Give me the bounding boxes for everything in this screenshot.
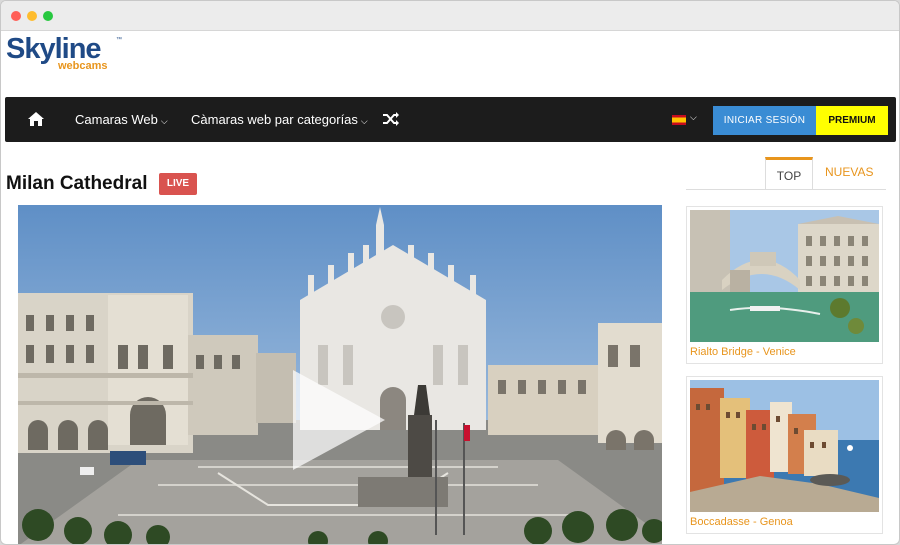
maximize-window-button[interactable] — [43, 11, 53, 21]
boccadasse-thumbnail[interactable] — [690, 380, 879, 512]
nav-categories-label: Càmaras web par categorías — [191, 112, 358, 127]
shuffle-icon[interactable] — [382, 110, 400, 128]
chevron-down-icon: ⌵ — [160, 116, 168, 126]
chevron-down-icon: ⌵ — [360, 116, 368, 126]
browser-window: Skyline ™ webcams Camaras Web ⌵ Càmaras w… — [0, 0, 900, 545]
tabs-divider — [686, 189, 886, 190]
window-titlebar — [1, 1, 899, 31]
site-logo[interactable]: Skyline ™ webcams — [6, 33, 126, 75]
play-icon[interactable] — [291, 368, 387, 472]
main-navbar: Camaras Web ⌵ Càmaras web par categorías ⌵… — [5, 97, 896, 142]
sidebar-card-rialto[interactable]: Rialto Bridge - Venice — [686, 206, 883, 364]
language-chevron-down-icon[interactable]: ⌵ — [690, 112, 697, 123]
nav-categories-menu[interactable]: Càmaras web par categorías ⌵ — [191, 112, 368, 127]
tab-top[interactable]: TOP — [765, 157, 813, 190]
live-badge: LIVE — [159, 173, 197, 195]
login-button[interactable]: INICIAR SESIÓN — [713, 106, 816, 135]
sidebar-card-boccadasse[interactable]: Boccadasse - Genoa — [686, 376, 883, 534]
nav-webcams-label: Camaras Web — [75, 112, 158, 127]
spain-flag-icon[interactable] — [672, 115, 686, 125]
page-title: Milan Cathedral — [6, 173, 148, 194]
minimize-window-button[interactable] — [27, 11, 37, 21]
nav-webcams-menu[interactable]: Camaras Web ⌵ — [75, 112, 168, 127]
webcam-video-player[interactable] — [18, 205, 662, 544]
home-icon[interactable] — [27, 111, 45, 127]
logo-trademark: ™ — [116, 37, 122, 43]
logo-subtext: webcams — [58, 60, 108, 72]
rialto-caption[interactable]: Rialto Bridge - Venice — [687, 345, 882, 363]
tab-new[interactable]: NUEVAS — [825, 165, 873, 179]
rialto-thumbnail[interactable] — [690, 210, 879, 342]
boccadasse-caption[interactable]: Boccadasse - Genoa — [687, 515, 882, 533]
premium-button[interactable]: PREMIUM — [816, 106, 888, 135]
close-window-button[interactable] — [11, 11, 21, 21]
